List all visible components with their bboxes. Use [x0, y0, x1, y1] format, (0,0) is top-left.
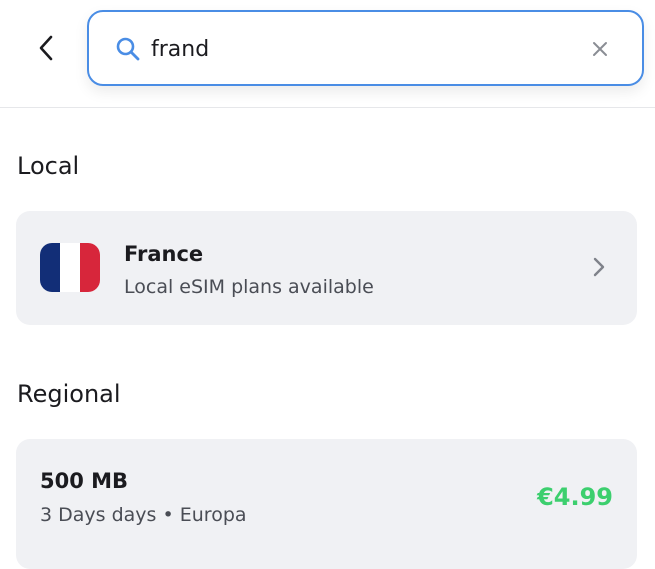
country-subtitle: Local eSIM plans available — [124, 276, 374, 298]
plan-region: Europa — [179, 504, 247, 526]
section-title-local: Local — [17, 152, 80, 180]
search-box[interactable] — [87, 10, 644, 86]
france-flag-icon — [40, 243, 100, 292]
clear-search-button[interactable] — [587, 36, 613, 62]
back-button[interactable] — [28, 30, 64, 66]
plan-price: €4.99 — [537, 483, 613, 511]
section-title-regional: Regional — [17, 380, 121, 408]
meta-separator: • — [162, 504, 174, 526]
search-icon — [115, 36, 141, 62]
plan-meta: 3 Days days • Europa — [40, 504, 247, 526]
top-bar — [0, 0, 655, 108]
regional-plan-card[interactable]: 500 MB 3 Days days • Europa €4.99 — [16, 439, 637, 569]
country-name: France — [124, 242, 204, 266]
close-icon — [593, 42, 607, 56]
chevron-left-icon — [39, 35, 53, 61]
chevron-right-icon — [588, 256, 610, 278]
plan-data-size: 500 MB — [40, 469, 129, 493]
plan-duration: 3 Days days — [40, 504, 157, 526]
country-card-france[interactable]: France Local eSIM plans available — [16, 211, 637, 325]
search-input[interactable] — [151, 30, 571, 68]
